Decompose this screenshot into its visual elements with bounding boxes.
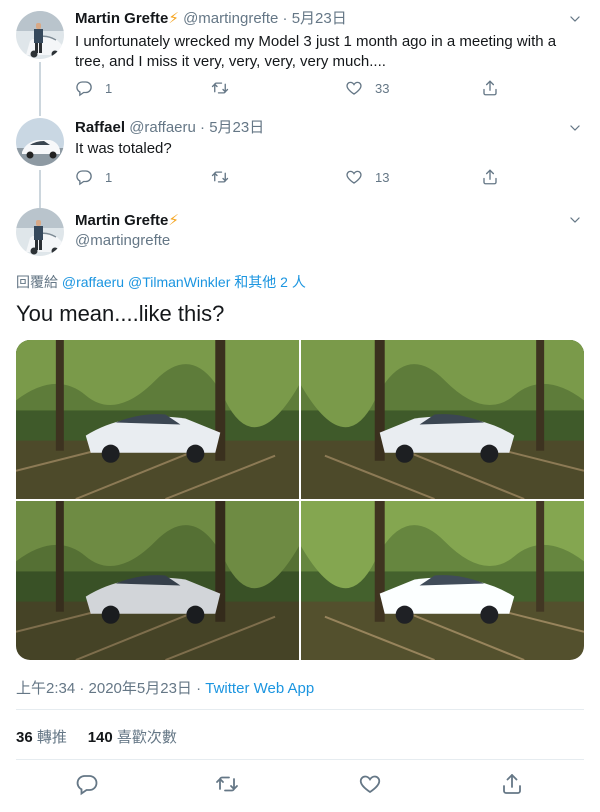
reply-count: 1	[105, 169, 113, 185]
thread-line	[39, 170, 41, 202]
media-photo[interactable]	[301, 340, 584, 499]
thread-tweet-1[interactable]: Martin Grefte⚡ @martingrefte · 5月23日 I u…	[0, 0, 600, 110]
like-icon	[345, 168, 363, 186]
tweet-text: You mean....like this?	[16, 301, 225, 326]
reply-others-link[interactable]: 和其他 2 人	[234, 274, 306, 290]
display-name[interactable]: Martin Grefte⚡	[75, 211, 179, 231]
reply-prefix: 回覆給	[16, 274, 58, 290]
retweet-stat-label: 轉推	[36, 729, 67, 746]
share-button[interactable]	[481, 79, 499, 97]
tweet-date[interactable]: 5月23日	[209, 119, 264, 136]
user-handle[interactable]: @martingrefte	[183, 10, 278, 27]
share-icon	[481, 168, 499, 186]
retweet-icon	[211, 168, 229, 186]
reply-context: 回覆給 @raffaeru @TilmanWinkler 和其他 2 人	[16, 272, 306, 292]
chevron-down-icon[interactable]	[568, 121, 582, 135]
reply-icon	[75, 79, 93, 97]
display-name[interactable]: Martin Grefte	[75, 10, 168, 27]
like-icon	[345, 79, 363, 97]
share-icon	[481, 79, 499, 97]
thread-tweet-2[interactable]: Raffael @raffaeru · 5月23日 It was totaled…	[0, 110, 600, 202]
like-stat-label: 喜歡次數	[116, 729, 177, 746]
like-icon[interactable]	[358, 772, 382, 796]
separator-dot: ·	[282, 10, 288, 27]
tweet-date[interactable]: 5月23日	[292, 10, 347, 27]
retweet-stat-count: 36	[16, 729, 33, 746]
like-stat-count: 140	[87, 729, 113, 746]
tweet-meta: 上午2:34 · 2020年5月23日 · Twitter Web App	[16, 677, 314, 698]
avatar[interactable]	[16, 208, 64, 256]
display-name[interactable]: Raffael	[75, 119, 125, 136]
main-tweet-actions	[0, 772, 600, 798]
reply-count: 1	[105, 80, 113, 96]
reply-icon	[75, 168, 93, 186]
reply-button[interactable]: 1	[75, 79, 112, 97]
display-name-text: Martin Grefte	[75, 212, 169, 229]
retweet-icon[interactable]	[215, 772, 239, 796]
retweet-stat[interactable]: 36 轉推	[16, 729, 67, 746]
share-icon[interactable]	[500, 772, 524, 796]
tweet-header: Raffael @raffaeru · 5月23日	[75, 118, 264, 138]
chevron-down-icon[interactable]	[568, 12, 582, 26]
chevron-down-icon[interactable]	[568, 213, 582, 227]
user-handle[interactable]: @martingrefte	[75, 231, 170, 251]
reply-button[interactable]: 1	[75, 168, 112, 186]
divider	[16, 709, 584, 710]
like-button[interactable]: 13	[345, 168, 389, 186]
media-photo[interactable]	[301, 501, 584, 660]
like-count: 33	[375, 80, 390, 96]
thread-line	[39, 110, 41, 116]
tweet-header: Martin Grefte⚡ @martingrefte · 5月23日	[75, 9, 347, 29]
tweet-actions: 1 33	[75, 79, 515, 99]
bolt-emoji: ⚡	[168, 212, 179, 229]
like-button[interactable]: 33	[345, 79, 389, 97]
tweet-actions: 1 13	[75, 168, 515, 188]
reply-icon[interactable]	[75, 772, 99, 796]
tweet-stats: 36 轉推 140 喜歡次數	[16, 726, 177, 747]
tweet-timestamp[interactable]: 上午2:34 · 2020年5月23日 ·	[16, 680, 205, 697]
retweet-icon	[211, 79, 229, 97]
avatar[interactable]	[16, 118, 64, 166]
share-button[interactable]	[481, 168, 499, 186]
thread-line	[39, 62, 41, 110]
media-grid	[16, 340, 584, 660]
like-count: 13	[375, 169, 390, 185]
tweet-text: I unfortunately wrecked my Model 3 just …	[75, 33, 557, 70]
tweet-source-link[interactable]: Twitter Web App	[205, 680, 314, 697]
retweet-button[interactable]	[211, 79, 241, 97]
divider	[16, 759, 584, 760]
separator-dot: ·	[200, 119, 206, 136]
reply-user-link[interactable]: @TilmanWinkler	[128, 274, 230, 290]
like-stat[interactable]: 140 喜歡次數	[88, 729, 177, 746]
media-photo[interactable]	[16, 501, 299, 660]
reply-user-link[interactable]: @raffaeru	[62, 274, 124, 290]
retweet-button[interactable]	[211, 168, 241, 186]
media-photo[interactable]	[16, 340, 299, 499]
tweet-text: It was totaled?	[75, 140, 172, 157]
user-handle[interactable]: @raffaeru	[129, 119, 196, 136]
avatar[interactable]	[16, 11, 64, 59]
bolt-emoji: ⚡	[168, 10, 179, 27]
